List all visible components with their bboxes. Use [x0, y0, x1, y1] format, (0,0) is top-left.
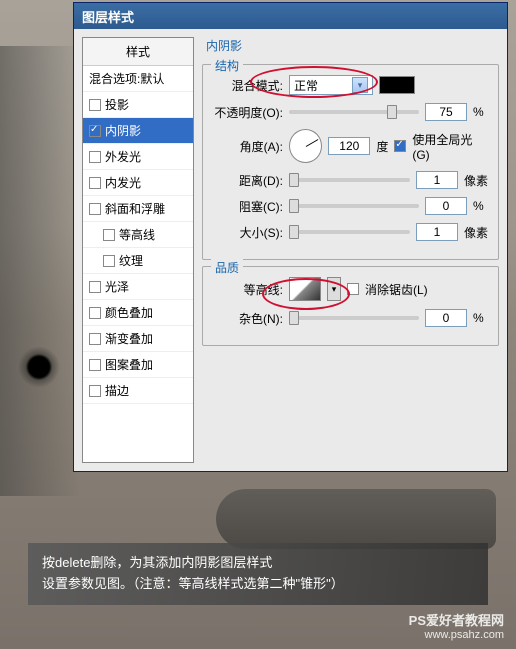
choke-input[interactable] [425, 197, 467, 215]
checkbox-icon[interactable] [89, 125, 101, 137]
opacity-input[interactable] [425, 103, 467, 121]
checkbox-icon[interactable] [89, 385, 101, 397]
sidebar-item-inner-shadow[interactable]: 内阴影 [83, 118, 193, 144]
watermark-url: www.psahz.com [409, 629, 504, 641]
car-body-trim [0, 46, 80, 496]
antialias-checkbox[interactable] [347, 283, 359, 295]
layer-style-dialog: 图层样式 样式 混合选项:默认 投影 内阴影 外发光 内发光 斜面和浮雕 等高线… [73, 2, 508, 472]
antialias-label: 消除锯齿(L) [365, 281, 428, 298]
checkbox-icon[interactable] [89, 151, 101, 163]
caption-line2: 设置参数见图。（注意：等高线样式选第二种"锥形"） [42, 574, 474, 595]
distance-unit: 像素 [464, 172, 488, 189]
noise-input[interactable] [425, 309, 467, 327]
sidebar-item-satin[interactable]: 光泽 [83, 274, 193, 300]
sidebar-item-stroke[interactable]: 描边 [83, 378, 193, 404]
sidebar-header[interactable]: 样式 [83, 38, 193, 66]
sidebar-item-color-overlay[interactable]: 颜色叠加 [83, 300, 193, 326]
car-bumper [216, 489, 496, 549]
sidebar-item-pattern-overlay[interactable]: 图案叠加 [83, 352, 193, 378]
sidebar-item-contour[interactable]: 等高线 [83, 222, 193, 248]
size-input[interactable] [416, 223, 458, 241]
choke-row: 阻塞(C): % [213, 197, 488, 215]
distance-input[interactable] [416, 171, 458, 189]
global-light-label: 使用全局光(G) [412, 131, 488, 162]
noise-unit: % [473, 311, 484, 325]
checkbox-icon[interactable] [89, 281, 101, 293]
opacity-slider[interactable] [289, 110, 419, 114]
choke-unit: % [473, 199, 484, 213]
watermark-title: PS爱好者教程网 [409, 610, 504, 629]
checkbox-icon[interactable] [89, 333, 101, 345]
distance-row: 距离(D): 像素 [213, 171, 488, 189]
blend-mode-row: 混合模式: 正常 ▾ [213, 75, 488, 95]
global-light-checkbox[interactable] [394, 140, 406, 152]
dialog-body: 样式 混合选项:默认 投影 内阴影 外发光 内发光 斜面和浮雕 等高线 纹理 光… [74, 29, 507, 471]
sidebar-blend-options[interactable]: 混合选项:默认 [83, 66, 193, 92]
bullet-hole-graphic [18, 346, 60, 388]
size-unit: 像素 [464, 224, 488, 241]
sidebar-item-outer-glow[interactable]: 外发光 [83, 144, 193, 170]
opacity-unit: % [473, 105, 484, 119]
distance-slider[interactable] [289, 178, 410, 182]
angle-unit: 度 [376, 138, 388, 155]
main-panel: 内阴影 结构 混合模式: 正常 ▾ 不透明度(O): % [202, 37, 499, 463]
size-slider[interactable] [289, 230, 410, 234]
angle-label: 角度(A): [213, 138, 283, 155]
contour-dropdown-arrow[interactable]: ▾ [327, 277, 341, 301]
quality-legend: 品质 [211, 259, 243, 276]
structure-legend: 结构 [211, 57, 243, 74]
size-label: 大小(S): [213, 224, 283, 241]
angle-input[interactable] [328, 137, 370, 155]
dialog-titlebar[interactable]: 图层样式 [74, 3, 507, 29]
choke-label: 阻塞(C): [213, 198, 283, 215]
shadow-color-swatch[interactable] [379, 76, 415, 94]
checkbox-icon[interactable] [103, 255, 115, 267]
checkbox-icon[interactable] [89, 307, 101, 319]
noise-label: 杂色(N): [213, 310, 283, 327]
contour-label: 等高线: [213, 281, 283, 298]
checkbox-icon[interactable] [89, 177, 101, 189]
dialog-title: 图层样式 [82, 10, 134, 25]
styles-sidebar: 样式 混合选项:默认 投影 内阴影 外发光 内发光 斜面和浮雕 等高线 纹理 光… [82, 37, 194, 463]
section-title: 内阴影 [202, 37, 499, 54]
caption-line1: 按delete删除，为其添加内阴影图层样式 [42, 553, 474, 574]
distance-label: 距离(D): [213, 172, 283, 189]
checkbox-icon[interactable] [89, 99, 101, 111]
opacity-label: 不透明度(O): [213, 104, 283, 121]
chevron-down-icon: ▾ [352, 77, 368, 93]
checkbox-icon[interactable] [103, 229, 115, 241]
structure-fieldset: 结构 混合模式: 正常 ▾ 不透明度(O): % 角度(A): [202, 64, 499, 260]
blend-mode-dropdown[interactable]: 正常 ▾ [289, 75, 373, 95]
sidebar-item-bevel-emboss[interactable]: 斜面和浮雕 [83, 196, 193, 222]
blend-mode-label: 混合模式: [213, 77, 283, 94]
angle-dial[interactable] [289, 129, 322, 163]
opacity-row: 不透明度(O): % [213, 103, 488, 121]
sidebar-item-inner-glow[interactable]: 内发光 [83, 170, 193, 196]
contour-preview[interactable] [289, 277, 321, 301]
angle-row: 角度(A): 度 使用全局光(G) [213, 129, 488, 163]
size-row: 大小(S): 像素 [213, 223, 488, 241]
sidebar-item-gradient-overlay[interactable]: 渐变叠加 [83, 326, 193, 352]
contour-row: 等高线: ▾ 消除锯齿(L) [213, 277, 488, 301]
checkbox-icon[interactable] [89, 359, 101, 371]
checkbox-icon[interactable] [89, 203, 101, 215]
quality-fieldset: 品质 等高线: ▾ 消除锯齿(L) 杂色(N): % [202, 266, 499, 346]
watermark: PS爱好者教程网 www.psahz.com [409, 610, 504, 641]
noise-row: 杂色(N): % [213, 309, 488, 327]
sidebar-item-drop-shadow[interactable]: 投影 [83, 92, 193, 118]
choke-slider[interactable] [289, 204, 419, 208]
noise-slider[interactable] [289, 316, 419, 320]
sidebar-item-texture[interactable]: 纹理 [83, 248, 193, 274]
caption-bar: 按delete删除，为其添加内阴影图层样式 设置参数见图。（注意：等高线样式选第… [28, 543, 488, 605]
